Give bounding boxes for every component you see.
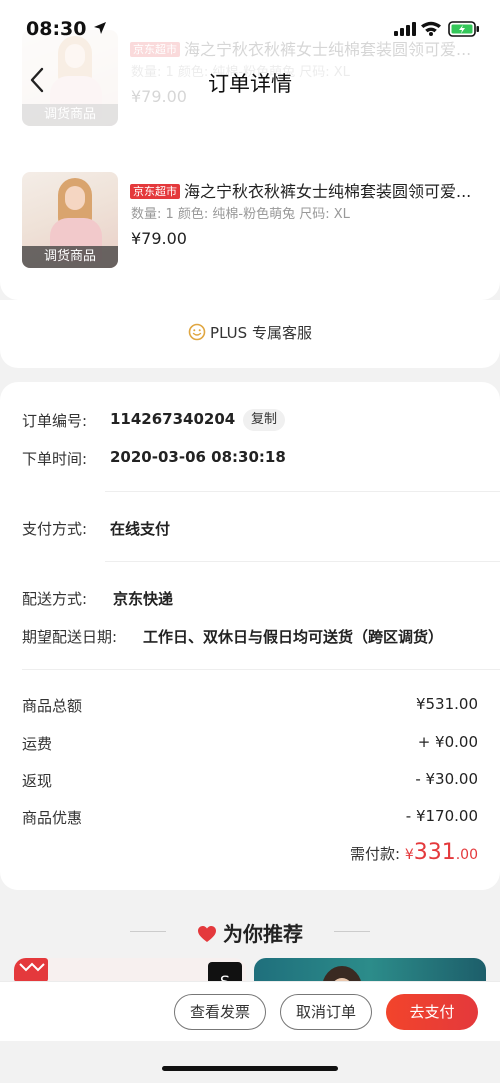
product-thumbnail[interactable]: 调货商品 (22, 172, 118, 268)
amount-label-shipping: 运费 (22, 735, 53, 753)
delivery-method-value: 京东快递 (113, 590, 174, 608)
service-section: PLUS 专属客服 (0, 300, 500, 368)
page-title: 订单详情 (208, 72, 292, 96)
recommend-header: 为你推荐 (0, 918, 500, 947)
product-title-text: 海之宁秋衣秋裤女士纯棉套装圆领可爱... (184, 182, 472, 201)
heart-icon (198, 926, 216, 942)
product-item[interactable]: 调货商品 京东超市 海之宁秋衣秋裤女士纯棉套装圆领可爱... 数量: 1 颜色: … (0, 172, 500, 282)
order-number-label: 订单编号: (22, 412, 88, 430)
wifi-icon (421, 21, 441, 36)
product-spec: 数量: 1 颜色: 纯棉-粉色萌兔 尺码: XL (131, 207, 350, 222)
amount-value-shipping: + ¥0.00 (417, 733, 478, 751)
thumb-label: 调货商品 (22, 104, 118, 126)
amount-value-subtotal: ¥531.00 (415, 695, 478, 713)
plus-service-button[interactable]: PLUS 专属客服 (0, 322, 500, 343)
payable-total: 需付款: ¥331.00 (350, 840, 478, 865)
copy-button[interactable]: 复制 (243, 409, 286, 431)
delivery-method-label: 配送方式: (22, 590, 88, 608)
status-time: 08:30 (26, 18, 107, 40)
recommend-title: 为你推荐 (223, 922, 303, 946)
product-price: ¥79.00 (131, 229, 187, 248)
payable-decimal: .00 (455, 847, 478, 863)
payable-label: 需付款: (349, 845, 401, 863)
status-time-text: 08:30 (26, 18, 87, 40)
signal-icon (394, 22, 416, 36)
thumb-label: 调货商品 (22, 246, 118, 268)
home-indicator-area (0, 1041, 500, 1083)
payment-method-label: 支付方式: (22, 520, 88, 538)
delivery-date-value: 工作日、双休日与假日均可送货（跨区调货） (143, 628, 444, 646)
home-indicator[interactable] (162, 1066, 338, 1071)
order-info-card: 订单编号: 114267340204 复制 下单时间: 2020-03-06 0… (0, 382, 500, 890)
amount-value-discount: - ¥170.00 (405, 807, 478, 825)
header: 订单详情 (0, 52, 500, 106)
delivery-date-label: 期望配送日期: (22, 628, 118, 646)
smile-chat-icon (188, 323, 206, 341)
divider (22, 669, 500, 670)
bottom-action-bar: 查看发票 取消订单 去支付 (0, 981, 500, 1041)
amount-label-cashback: 返现 (22, 772, 53, 790)
order-number-value: 114267340204 (110, 410, 236, 428)
order-time-label: 下单时间: (22, 450, 88, 468)
amount-label-discount: 商品优惠 (22, 809, 83, 827)
status-bar: 08:30 (0, 0, 500, 52)
jd-supermarket-badge: 京东超市 (130, 184, 180, 199)
payable-currency: ¥ (404, 847, 414, 863)
payment-method-value: 在线支付 (110, 520, 171, 538)
pay-button[interactable]: 去支付 (386, 994, 478, 1030)
cancel-order-button[interactable]: 取消订单 (280, 994, 372, 1030)
plus-service-label: PLUS 专属客服 (210, 324, 312, 342)
product-title[interactable]: 京东超市 海之宁秋衣秋裤女士纯棉套装圆领可爱... (130, 178, 480, 202)
divider (105, 561, 500, 562)
amount-label-subtotal: 商品总额 (22, 697, 83, 715)
divider (105, 491, 500, 492)
battery-icon (448, 21, 479, 37)
order-time-value: 2020-03-06 08:30:18 (110, 448, 286, 466)
payable-integer: 331 (413, 840, 456, 865)
amount-value-cashback: - ¥30.00 (415, 770, 478, 788)
location-arrow-icon (94, 22, 107, 34)
view-invoice-button[interactable]: 查看发票 (174, 994, 266, 1030)
